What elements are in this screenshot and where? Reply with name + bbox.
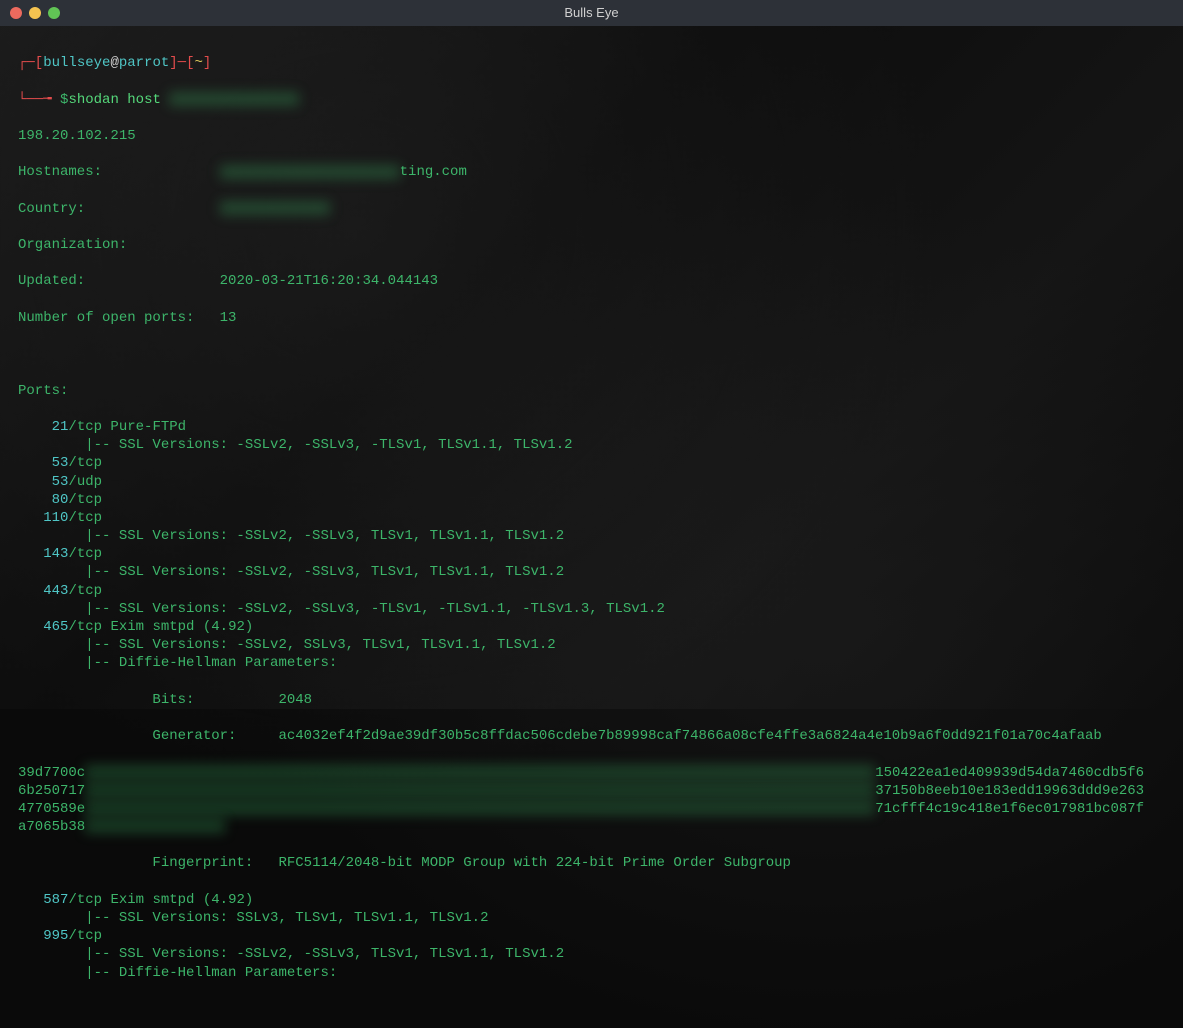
ports-header: Ports: bbox=[18, 382, 1165, 400]
port-row: 53/udp bbox=[18, 473, 1165, 491]
output-ip: 198.20.102.215 bbox=[18, 127, 1165, 145]
hostnames-label: Hostnames: bbox=[18, 164, 220, 180]
ports-list-after: 587/tcp Exim smtpd (4.92) |-- SSL Versio… bbox=[18, 891, 1165, 982]
prompt-decorator: ┌─[ bbox=[18, 55, 43, 71]
port-row: 21/tcp Pure-FTPd bbox=[18, 418, 1165, 436]
dh-hex-row: a7065b38x bbox=[18, 818, 1165, 836]
ports-count-label: Number of open ports: bbox=[18, 310, 220, 326]
terminal-output[interactable]: ┌─[bullseye@parrot]─[~] └──╼ $shodan hos… bbox=[0, 26, 1183, 1028]
minimize-icon[interactable] bbox=[29, 7, 41, 19]
country-label: Country: bbox=[18, 201, 220, 217]
dh-hex-block: 39d7700cx150422ea1ed409939d54da7460cdb5f… bbox=[18, 764, 1165, 837]
prompt-decorator: ]─[ bbox=[169, 55, 194, 71]
dh-hex-row: 39d7700cx150422ea1ed409939d54da7460cdb5f… bbox=[18, 764, 1165, 782]
window-controls bbox=[10, 7, 60, 19]
port-row: 443/tcp bbox=[18, 582, 1165, 600]
command-text: shodan host bbox=[68, 92, 169, 108]
port-row: 80/tcp bbox=[18, 491, 1165, 509]
port-detail: |-- SSL Versions: -SSLv2, -SSLv3, TLSv1,… bbox=[18, 563, 1165, 581]
port-row: 110/tcp bbox=[18, 509, 1165, 527]
port-detail: |-- SSL Versions: -SSLv2, SSLv3, TLSv1, … bbox=[18, 636, 1165, 654]
dh-fingerprint: Fingerprint: RFC5114/2048-bit MODP Group… bbox=[18, 855, 791, 871]
prompt-at: @ bbox=[110, 55, 118, 71]
port-detail: |-- SSL Versions: -SSLv2, -SSLv3, TLSv1,… bbox=[18, 527, 1165, 545]
close-icon[interactable] bbox=[10, 7, 22, 19]
port-detail: |-- Diffie-Hellman Parameters: bbox=[18, 654, 1165, 672]
port-row: 465/tcp Exim smtpd (4.92) bbox=[18, 618, 1165, 636]
prompt-decorator: └──╼ bbox=[18, 92, 60, 108]
port-detail: |-- SSL Versions: -SSLv2, -SSLv3, -TLSv1… bbox=[18, 436, 1165, 454]
redacted-country: xxxxxxxxxx bbox=[220, 201, 330, 215]
ports-list: 21/tcp Pure-FTPd |-- SSL Versions: -SSLv… bbox=[18, 418, 1165, 673]
port-detail: |-- Diffie-Hellman Parameters: bbox=[18, 964, 1165, 982]
prompt-host: parrot bbox=[119, 55, 169, 71]
updated-label: Updated: bbox=[18, 273, 220, 289]
port-row: 587/tcp Exim smtpd (4.92) bbox=[18, 891, 1165, 909]
terminal-window: Bulls Eye ┌─[bullseye@parrot]─[~] └──╼ $… bbox=[0, 0, 1183, 709]
port-row: 995/tcp bbox=[18, 927, 1165, 945]
updated-value: 2020-03-21T16:20:34.044143 bbox=[220, 273, 438, 289]
dh-bits: Bits: 2048 bbox=[18, 692, 312, 708]
prompt-decorator: ] bbox=[203, 55, 211, 71]
dh-hex-row: 6b250717x37150b8eeb10e183edd19963ddd9e26… bbox=[18, 782, 1165, 800]
redacted-arg: XXXXXXXXXXXX bbox=[169, 92, 299, 106]
redacted-hostname: xxxxxxxxxxxxxxxxxxx bbox=[220, 165, 400, 179]
prompt-cwd: ~ bbox=[194, 55, 202, 71]
ports-count-value: 13 bbox=[220, 310, 237, 326]
window-title: Bulls Eye bbox=[564, 5, 618, 22]
prompt-user: bullseye bbox=[43, 55, 110, 71]
hostnames-suffix: ting.com bbox=[400, 164, 467, 180]
org-label: Organization: bbox=[18, 237, 127, 253]
port-row: 143/tcp bbox=[18, 545, 1165, 563]
dh-hex-row: 4770589ex71cfff4c19c418e1f6ec017981bc087… bbox=[18, 800, 1165, 818]
titlebar: Bulls Eye bbox=[0, 0, 1183, 26]
port-detail: |-- SSL Versions: -SSLv2, -SSLv3, TLSv1,… bbox=[18, 945, 1165, 963]
port-detail: |-- SSL Versions: -SSLv2, -SSLv3, -TLSv1… bbox=[18, 600, 1165, 618]
port-row: 53/tcp bbox=[18, 454, 1165, 472]
dh-generator: Generator: ac4032ef4f2d9ae39df30b5c8ffda… bbox=[18, 728, 1102, 744]
maximize-icon[interactable] bbox=[48, 7, 60, 19]
port-detail: |-- SSL Versions: SSLv3, TLSv1, TLSv1.1,… bbox=[18, 909, 1165, 927]
